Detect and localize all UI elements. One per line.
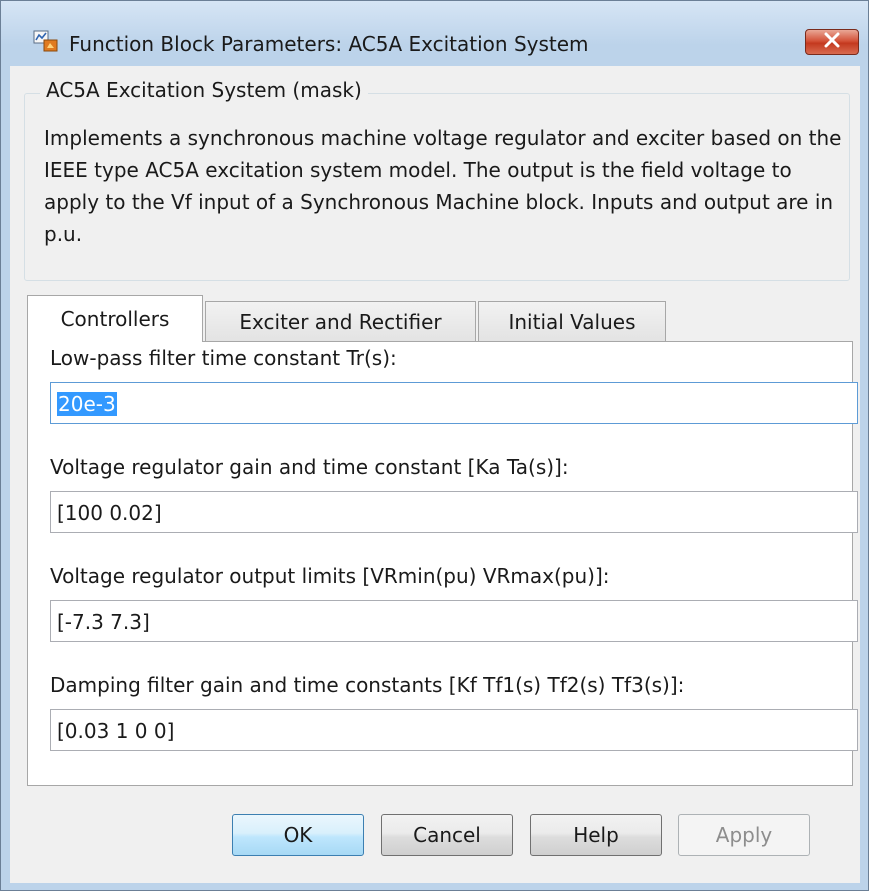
param-label-ka-ta: Voltage regulator gain and time constant… xyxy=(50,455,569,479)
close-button[interactable] xyxy=(805,29,859,55)
window-title: Function Block Parameters: AC5A Excitati… xyxy=(69,32,589,56)
param-value-vr-limits: [-7.3 7.3] xyxy=(57,610,150,634)
param-input-tr[interactable]: 20e-3 xyxy=(50,382,858,424)
mask-description: Implements a synchronous machine voltage… xyxy=(44,126,842,246)
controllers-panel: Low-pass filter time constant Tr(s): 20e… xyxy=(27,341,858,786)
tab-controllers[interactable]: Controllers xyxy=(27,295,203,342)
param-input-damping-filter[interactable]: [0.03 1 0 0] xyxy=(50,709,858,751)
cancel-button-label: Cancel xyxy=(413,823,481,847)
param-label-tr: Low-pass filter time constant Tr(s): xyxy=(50,346,397,370)
apply-button: Apply xyxy=(678,814,810,856)
param-input-ka-ta[interactable]: [100 0.02] xyxy=(50,491,858,533)
tab-label: Exciter and Rectifier xyxy=(239,309,442,334)
param-value-ka-ta: [100 0.02] xyxy=(57,501,162,525)
param-value-damping-filter: [0.03 1 0 0] xyxy=(57,719,175,743)
tab-label: Controllers xyxy=(60,307,170,331)
simulink-block-icon xyxy=(33,29,59,53)
tab-initial-values[interactable]: Initial Values xyxy=(478,301,666,341)
ok-button[interactable]: OK xyxy=(232,814,364,856)
cancel-button[interactable]: Cancel xyxy=(381,814,513,856)
title-bar[interactable]: Function Block Parameters: AC5A Excitati… xyxy=(1,1,868,56)
dialog-window: Function Block Parameters: AC5A Excitati… xyxy=(0,0,869,891)
help-button-label: Help xyxy=(573,823,619,847)
param-label-vr-limits: Voltage regulator output limits [VRmin(p… xyxy=(50,564,610,588)
ok-button-label: OK xyxy=(283,823,313,847)
apply-button-label: Apply xyxy=(715,823,773,847)
dialog-body: AC5A Excitation System (mask) Implements… xyxy=(10,66,860,883)
tab-label: Initial Values xyxy=(508,309,636,334)
param-value-tr: 20e-3 xyxy=(57,392,117,416)
help-button[interactable]: Help xyxy=(530,814,662,856)
tab-exciter-and-rectifier[interactable]: Exciter and Rectifier xyxy=(205,301,476,341)
mask-group-title: AC5A Excitation System (mask) xyxy=(40,78,368,102)
param-input-vr-limits[interactable]: [-7.3 7.3] xyxy=(50,600,858,642)
param-label-damping-filter: Damping filter gain and time constants [… xyxy=(50,673,685,697)
close-x-icon xyxy=(823,32,841,52)
